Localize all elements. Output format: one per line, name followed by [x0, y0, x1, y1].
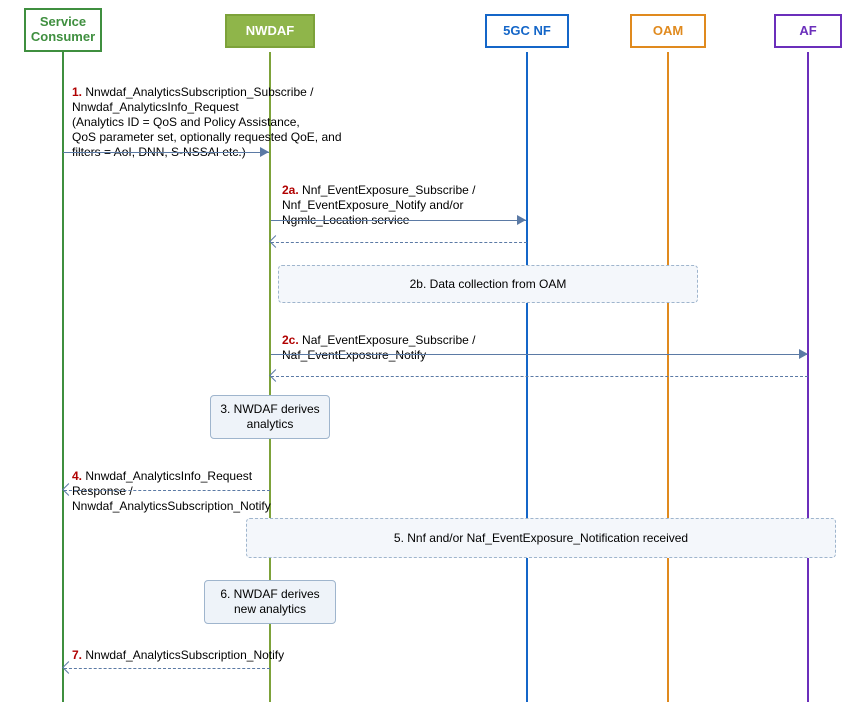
step-7-text: Nnwdaf_AnalyticsSubscription_Notify [82, 648, 284, 662]
step-2c-text: Naf_EventExposure_Subscribe / Naf_EventE… [282, 333, 475, 362]
arrow-2c-head [799, 349, 808, 359]
actor-af: AF [774, 14, 842, 48]
step-3-num: 3. [220, 402, 230, 416]
arrow-2a-return [271, 242, 527, 243]
arrow-4 [64, 490, 270, 491]
actor-service-consumer: Service Consumer [24, 8, 102, 52]
step-5-num: 5. [394, 531, 404, 545]
step-2a-num: 2a. [282, 183, 299, 197]
arrow-1 [63, 152, 269, 153]
lifeline-oam [667, 52, 669, 702]
arrow-2a-return-head [269, 235, 282, 248]
msg-1-label: 1. Nnwdaf_AnalyticsSubscription_Subscrib… [72, 70, 342, 160]
arrow-2a-head [517, 215, 526, 225]
actor-oam: OAM [630, 14, 706, 48]
step-1-num: 1. [72, 85, 82, 99]
step-2b-text: Data collection from OAM [426, 277, 566, 291]
lifeline-5gc [526, 52, 528, 702]
box-6: 6. NWDAF derives new analytics [204, 580, 336, 624]
step-6-num: 6. [220, 587, 230, 601]
box-5: 5. Nnf and/or Naf_EventExposure_Notifica… [246, 518, 836, 558]
step-3-text: NWDAF derives analytics [230, 402, 319, 431]
arrow-1-head [260, 147, 269, 157]
msg-2c-label: 2c. Naf_EventExposure_Subscribe / Naf_Ev… [282, 318, 512, 363]
step-2b-num: 2b. [410, 277, 427, 291]
arrow-7-head [62, 661, 75, 674]
lifeline-consumer [62, 52, 64, 702]
msg-4-label: 4. Nnwdaf_AnalyticsInfo_Request Response… [72, 454, 282, 514]
msg-7-label: 7. Nnwdaf_AnalyticsSubscription_Notify [72, 648, 292, 663]
box-2b: 2b. Data collection from OAM [278, 265, 698, 303]
step-2c-num: 2c. [282, 333, 299, 347]
arrow-7 [64, 668, 270, 669]
step-6-text: NWDAF derives new analytics [230, 587, 319, 616]
step-7-num: 7. [72, 648, 82, 662]
step-1-text: Nnwdaf_AnalyticsSubscription_Subscribe /… [72, 85, 342, 159]
arrow-2c-return [271, 376, 808, 377]
actor-nwdaf: NWDAF [225, 14, 315, 48]
arrow-2c-return-head [269, 369, 282, 382]
arrow-2a [271, 220, 526, 221]
box-3: 3. NWDAF derives analytics [210, 395, 330, 439]
lifeline-af [807, 52, 809, 702]
sequence-diagram: Service Consumer NWDAF 5GC NF OAM AF 1. … [0, 0, 853, 712]
step-4-num: 4. [72, 469, 82, 483]
actor-5gc-nf: 5GC NF [485, 14, 569, 48]
step-5-text: Nnf and/or Naf_EventExposure_Notificatio… [404, 531, 688, 545]
arrow-2c [271, 354, 807, 355]
msg-2a-label: 2a. Nnf_EventExposure_Subscribe / Nnf_Ev… [282, 168, 512, 228]
step-4-text: Nnwdaf_AnalyticsInfo_Request Response / … [72, 469, 271, 513]
